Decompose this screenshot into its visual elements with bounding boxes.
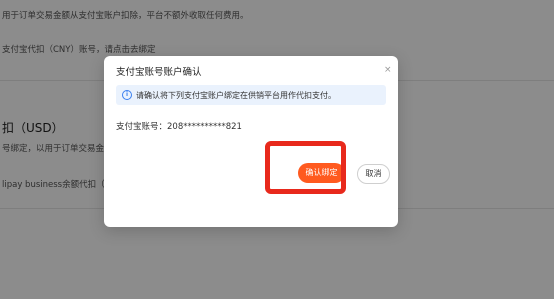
account-value: 208**********821 [167, 122, 242, 132]
highlight-annotation-box [265, 141, 346, 194]
alipay-account-confirm-dialog: 支付宝账号账户确认 × i 请确认将下列支付宝账户绑定在供销平台用作代扣支付。 … [104, 56, 398, 227]
account-row: 支付宝账号：208**********821 [116, 120, 242, 132]
account-label: 支付宝账号： [116, 122, 168, 132]
close-icon[interactable]: × [384, 65, 392, 75]
cancel-button[interactable]: 取消 [357, 164, 390, 184]
info-alert: i 请确认将下列支付宝账户绑定在供销平台用作代扣支付。 [116, 85, 386, 105]
info-icon: i [122, 90, 132, 100]
dialog-title: 支付宝账号账户确认 [116, 67, 202, 78]
info-alert-text: 请确认将下列支付宝账户绑定在供销平台用作代扣支付。 [136, 91, 336, 100]
